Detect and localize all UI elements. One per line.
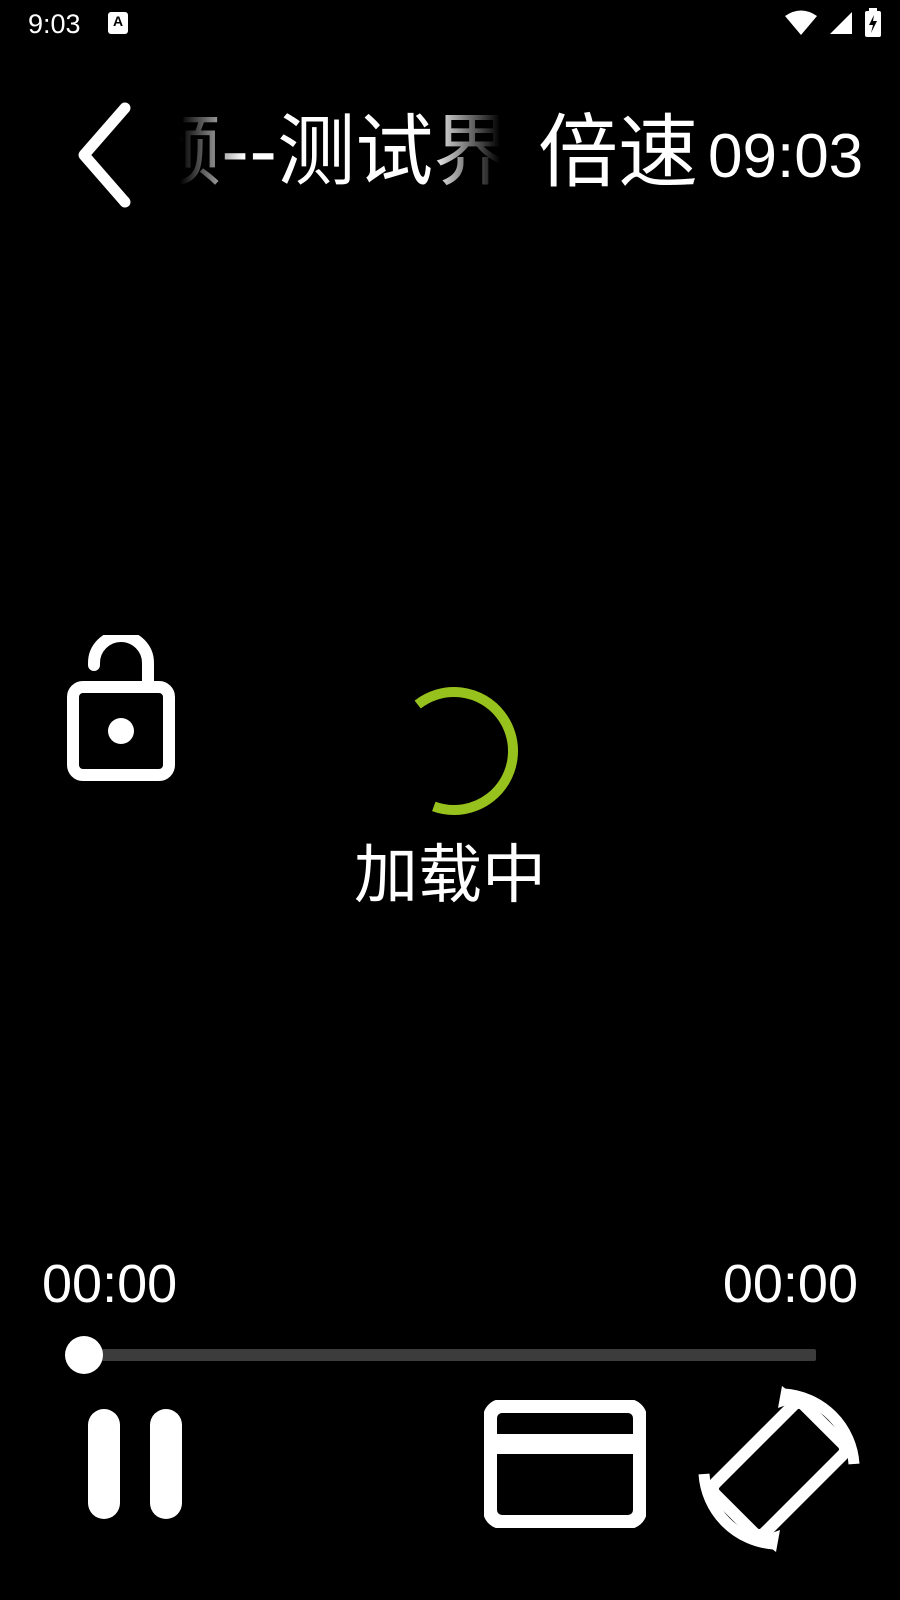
screen-ratio-button[interactable] <box>483 1399 647 1529</box>
clock-time: 09:03 <box>708 122 864 191</box>
current-time: 00:00 <box>42 1254 178 1314</box>
pause-button[interactable] <box>80 1405 190 1523</box>
back-button[interactable] <box>60 95 150 215</box>
chevron-left-icon <box>78 102 131 208</box>
battery-icon <box>865 8 881 37</box>
status-time: 9:03 <box>28 9 81 39</box>
unlock-icon <box>67 630 175 781</box>
loading-spinner <box>385 682 523 820</box>
speed-button[interactable]: 倍速 <box>538 104 698 202</box>
wifi-icon <box>785 10 817 35</box>
signal-icon <box>830 12 852 34</box>
screen-ratio-icon <box>483 1399 647 1529</box>
lock-toggle-button[interactable] <box>62 630 180 785</box>
loading-label: 加载中 <box>354 839 546 913</box>
seek-bar[interactable] <box>84 1349 816 1361</box>
screen-rotation-icon <box>698 1386 860 1552</box>
rotate-screen-button[interactable] <box>696 1386 862 1552</box>
seek-thumb[interactable] <box>65 1336 103 1374</box>
app-notification-icon: A <box>108 12 128 34</box>
pause-icon <box>88 1409 182 1519</box>
video-title-marquee: 视频--测试界面 <box>180 105 500 200</box>
video-title: 视频--测试界面 <box>180 107 500 197</box>
status-icons <box>784 8 882 38</box>
total-time: 00:00 <box>722 1254 858 1314</box>
